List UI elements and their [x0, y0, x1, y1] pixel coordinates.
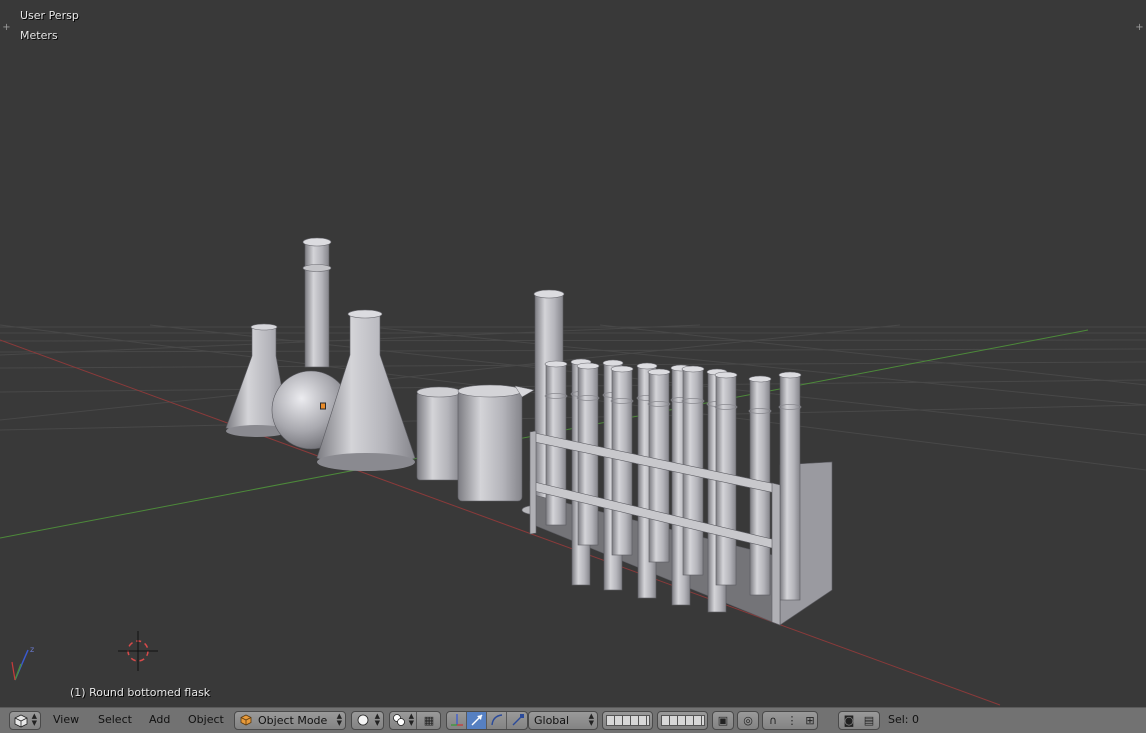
layers-lock-icon: ▣	[717, 714, 729, 727]
render-group: ◙ ▤	[838, 711, 880, 730]
updown-arrows-icon: ▲ ▼	[336, 712, 342, 727]
snap-group: ∩ ⋮ ⊞	[762, 711, 818, 730]
snap-element-icon[interactable]: ⋮	[783, 712, 801, 729]
test-tube-front-rim	[681, 365, 705, 373]
mode-select[interactable]: Object Mode ▲ ▼	[234, 711, 346, 730]
properties-toggle-icon[interactable]: +	[1135, 23, 1144, 33]
test-tube-back-rim	[636, 362, 658, 370]
test-tube-front-rim	[544, 360, 568, 368]
selection-count: Sel: 0	[888, 713, 920, 726]
view-name-label: User Persp	[20, 9, 79, 22]
menu-object[interactable]: Object	[188, 713, 224, 726]
manipulate-centers-only-icon[interactable]: ▦	[417, 712, 441, 729]
layer-buttons[interactable]	[606, 715, 650, 726]
solid-shading-icon	[357, 714, 369, 726]
updown-arrows-icon: ▲ ▼	[31, 712, 37, 727]
volumetric-flask	[302, 237, 332, 368]
translate-manipulator-button[interactable]	[467, 712, 487, 729]
layers-grid-2[interactable]	[657, 711, 708, 730]
beaker-large	[457, 384, 535, 502]
beaker-small	[416, 386, 462, 481]
menu-view[interactable]: View	[53, 713, 79, 726]
proportional-editing-button[interactable]: ◎	[737, 711, 759, 730]
snap-target-icon[interactable]: ⊞	[801, 712, 819, 729]
test-tube-front-rim	[748, 375, 772, 383]
manipulator-axes-icon	[451, 714, 463, 726]
snap-magnet-icon[interactable]: ∩	[763, 712, 783, 729]
mode-label: Object Mode	[258, 714, 328, 727]
active-object-label: (1) Round bottomed flask	[70, 686, 211, 699]
menu-add[interactable]: Add	[149, 713, 170, 726]
render-camera-icon[interactable]: ◙	[839, 712, 859, 729]
viewport-shading-select[interactable]: ▲ ▼	[351, 711, 384, 730]
rotate-arc-icon	[491, 714, 503, 726]
layers-grid-1[interactable]	[602, 711, 653, 730]
scale-manipulator-button[interactable]	[507, 712, 529, 729]
render-animation-icon[interactable]: ▤	[859, 712, 879, 729]
svg-text:z: z	[30, 645, 34, 654]
test-tube-front-rim	[714, 371, 738, 379]
test-tube-front-rim	[576, 362, 600, 370]
translate-arrow-icon	[471, 714, 483, 726]
test-tube-front-rim	[778, 371, 802, 379]
pivot-point-select[interactable]: ▲ ▼	[390, 712, 417, 729]
object-mode-icon	[240, 714, 252, 726]
updown-arrows-icon: ▲ ▼	[588, 712, 594, 727]
3d-cursor[interactable]	[118, 631, 158, 671]
pivot-group: ▲ ▼ ▦	[389, 711, 441, 730]
test-tube-back-rim	[602, 359, 624, 367]
units-label: Meters	[20, 29, 58, 42]
updown-arrows-icon: ▲ ▼	[374, 712, 380, 727]
layer-buttons[interactable]	[661, 715, 705, 726]
axis-gizmo: z	[11, 645, 34, 681]
test-tube-rack	[529, 358, 833, 626]
manipulator-group	[446, 711, 528, 730]
rotate-manipulator-button[interactable]	[487, 712, 507, 729]
orientation-label: Global	[534, 714, 570, 727]
pivot-icon	[393, 714, 405, 726]
proportional-editing-icon: ◎	[743, 714, 753, 727]
3d-viewport[interactable]: z + + User Persp Meters (1) Round bottom…	[0, 0, 1146, 707]
test-tube-front	[577, 365, 599, 546]
scale-arrow-icon	[512, 714, 524, 726]
test-tube-front-rim	[647, 368, 671, 376]
toolshelf-toggle-icon[interactable]: +	[2, 23, 11, 33]
updown-arrows-icon: ▲ ▼	[408, 712, 414, 727]
cube-icon	[14, 714, 28, 728]
transform-manipulator-toggle[interactable]	[447, 712, 467, 729]
scene-view: z	[0, 237, 1146, 706]
lock-camera-layers-button[interactable]: ▣	[712, 711, 734, 730]
editor-type-button[interactable]: ▲ ▼	[9, 711, 41, 730]
test-tube-front-rim	[610, 365, 634, 373]
menu-select[interactable]: Select	[98, 713, 132, 726]
viewport-header: ▲ ▼ View Select Add Object Object Mode ▲ ▼…	[0, 707, 1146, 733]
transform-orientation-select[interactable]: Global ▲ ▼	[528, 711, 598, 730]
